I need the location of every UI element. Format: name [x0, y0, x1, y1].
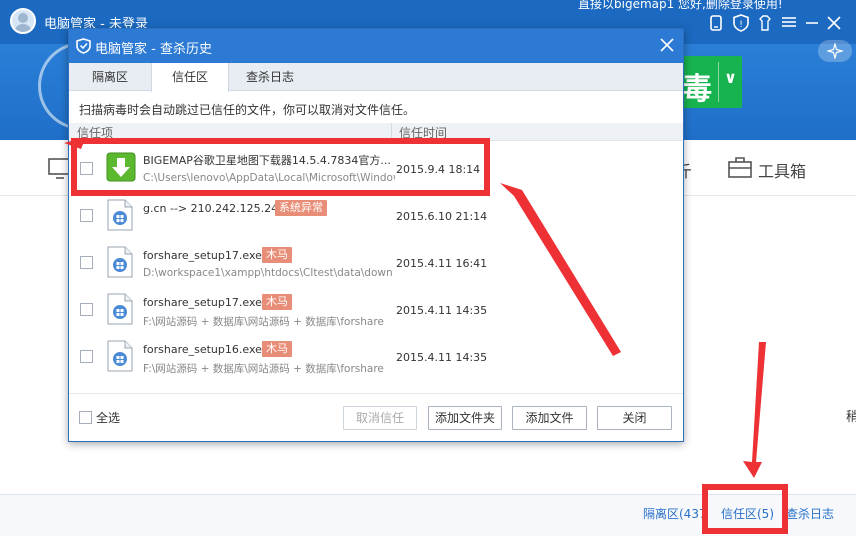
annotation-arrows: [64, 137, 766, 478]
